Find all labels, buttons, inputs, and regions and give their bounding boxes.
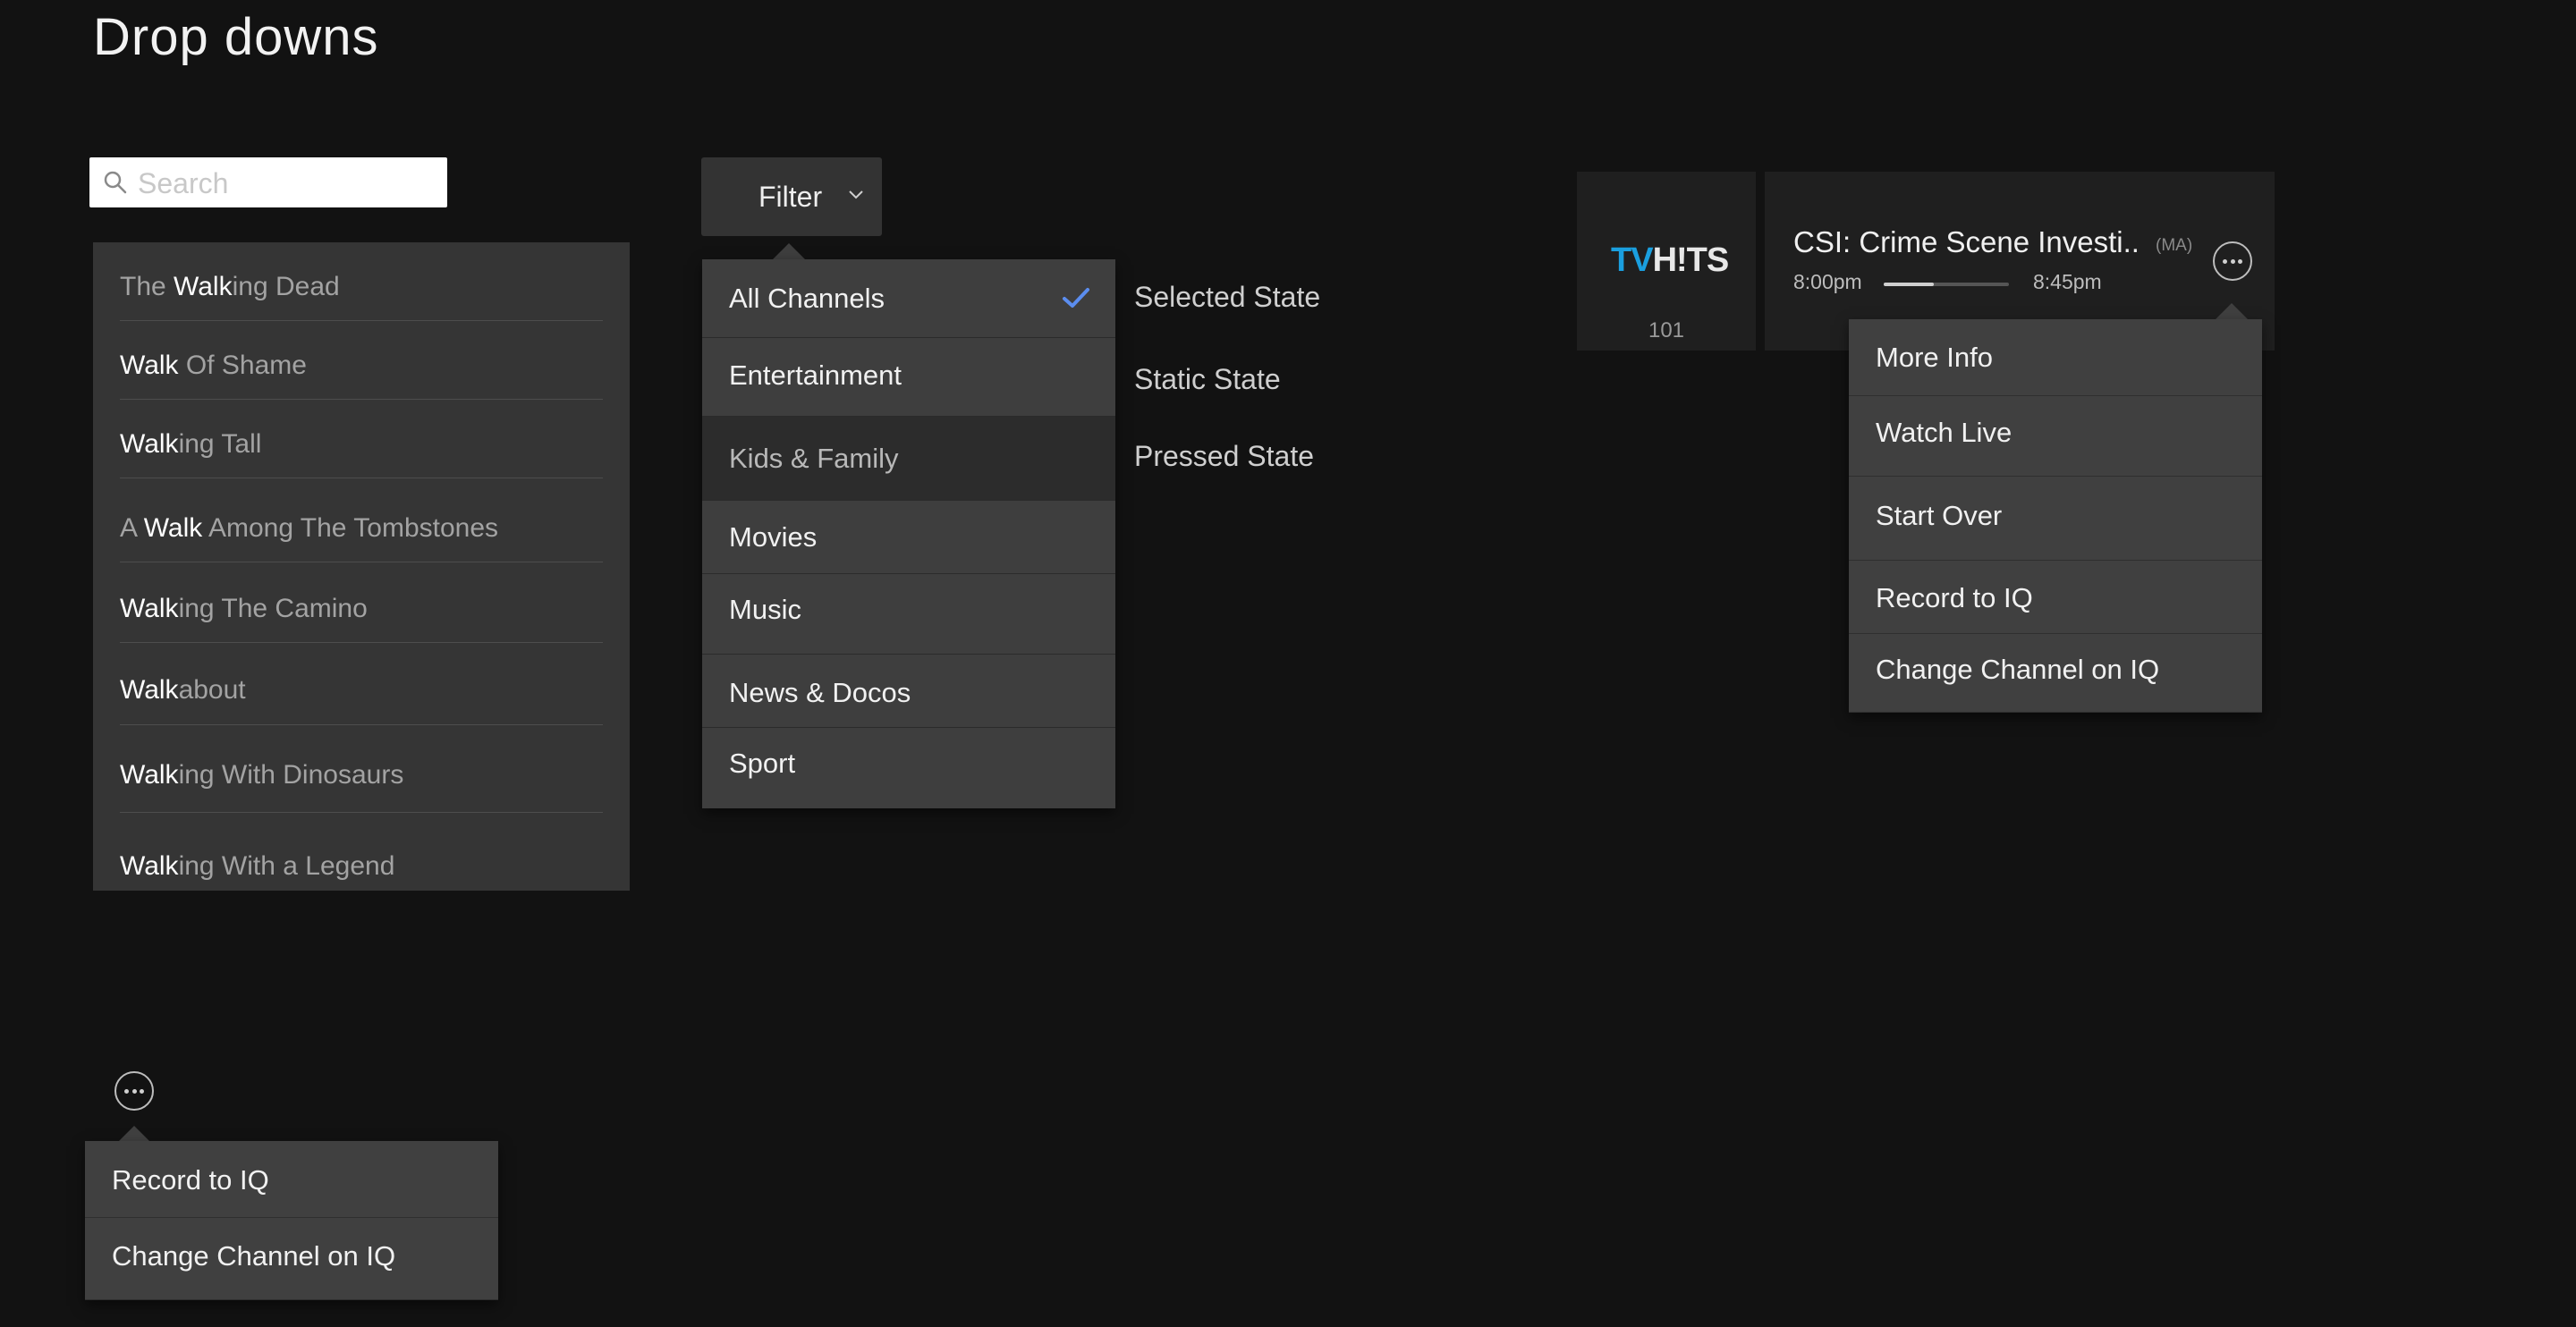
- more-options-button[interactable]: [2213, 241, 2252, 281]
- static-state-label: Static State: [1134, 363, 1281, 395]
- suggestion-item[interactable]: Walking With Dinosaurs: [120, 725, 603, 813]
- context-menu-caret: [2216, 303, 2248, 319]
- program-title: CSI: Crime Scene Investi..: [1793, 225, 2140, 258]
- filter-option-movies[interactable]: Movies: [702, 501, 1115, 574]
- option-label: News & Docos: [729, 677, 911, 708]
- menu-item-start-over[interactable]: Start Over: [1849, 477, 2262, 561]
- option-label: Music: [729, 594, 801, 625]
- menu-item-change-channel[interactable]: Change Channel on IQ: [85, 1218, 498, 1300]
- filter-option-entertainment[interactable]: Entertainment: [702, 338, 1115, 417]
- menu-item-record-to-iq[interactable]: Record to IQ: [1849, 561, 2262, 634]
- filter-label: Filter: [758, 181, 823, 213]
- option-label: Kids & Family: [729, 443, 899, 474]
- end-time: 8:45pm: [2033, 270, 2102, 293]
- search-input[interactable]: [136, 163, 435, 204]
- checkmark-icon: [1063, 288, 1089, 308]
- channel-logo: TVH!TS: [1611, 241, 1729, 279]
- filter-option-sport[interactable]: Sport: [702, 728, 1115, 808]
- suggestion-item[interactable]: Walking With a Legend: [120, 813, 603, 891]
- start-time: 8:00pm: [1793, 270, 1862, 293]
- filter-option-news-docos[interactable]: News & Docos: [702, 655, 1115, 728]
- menu-item-label: More Info: [1876, 342, 1993, 373]
- menu-item-label: Change Channel on IQ: [1876, 654, 2160, 685]
- menu-item-label: Change Channel on IQ: [112, 1240, 396, 1272]
- option-label: All Channels: [729, 283, 886, 314]
- bottom-menu-caret: [118, 1126, 150, 1142]
- progress-fill: [1884, 283, 1934, 286]
- menu-item-change-channel[interactable]: Change Channel on IQ: [1849, 634, 2262, 713]
- suggestion-item[interactable]: A Walk Among The Tombstones: [120, 478, 603, 562]
- menu-item-watch-live[interactable]: Watch Live: [1849, 396, 2262, 477]
- menu-item-label: Record to IQ: [1876, 582, 2033, 613]
- search-box[interactable]: [89, 157, 447, 207]
- filter-option-all-channels[interactable]: All Channels: [702, 259, 1115, 338]
- channel-number: 101: [1648, 318, 1685, 342]
- filter-menu: All Channels Entertainment Kids & Family…: [702, 259, 1115, 808]
- page-title: Drop downs: [93, 8, 379, 66]
- channel-tile[interactable]: TVH!TS 101: [1577, 172, 1756, 351]
- filter-option-kids-family[interactable]: Kids & Family: [702, 417, 1115, 501]
- progress-bar: [1884, 283, 2009, 286]
- menu-item-label: Start Over: [1876, 500, 2003, 531]
- selected-state-label: Selected State: [1134, 281, 1321, 313]
- option-label: Entertainment: [729, 359, 902, 391]
- suggestion-item[interactable]: The Walking Dead: [120, 242, 603, 321]
- option-label: Sport: [729, 748, 796, 779]
- menu-item-record-to-iq[interactable]: Record to IQ: [85, 1141, 498, 1218]
- search-suggestions: The Walking Dead Walk Of Shame Walking T…: [93, 242, 630, 891]
- suggestion-item[interactable]: Walkabout: [120, 643, 603, 725]
- filter-button[interactable]: Filter: [701, 157, 882, 236]
- chevron-down-icon: [849, 190, 863, 199]
- bottom-context-menu: Record to IQ Change Channel on IQ: [85, 1141, 498, 1300]
- menu-item-label: Watch Live: [1876, 417, 2012, 448]
- context-menu: More Info Watch Live Start Over Record t…: [1849, 319, 2262, 713]
- menu-item-label: Record to IQ: [112, 1164, 269, 1196]
- filter-menu-caret: [773, 243, 805, 259]
- pressed-state-label: Pressed State: [1134, 440, 1314, 472]
- suggestion-item[interactable]: Walk Of Shame: [120, 321, 603, 400]
- rating-badge: (MA): [2156, 236, 2193, 255]
- more-options-button[interactable]: [114, 1071, 154, 1111]
- menu-item-more-info[interactable]: More Info: [1849, 319, 2262, 396]
- search-icon: [104, 171, 127, 194]
- suggestion-item[interactable]: Walking Tall: [120, 400, 603, 478]
- filter-option-music[interactable]: Music: [702, 574, 1115, 655]
- option-label: Movies: [729, 521, 818, 553]
- suggestion-item[interactable]: Walking The Camino: [120, 562, 603, 643]
